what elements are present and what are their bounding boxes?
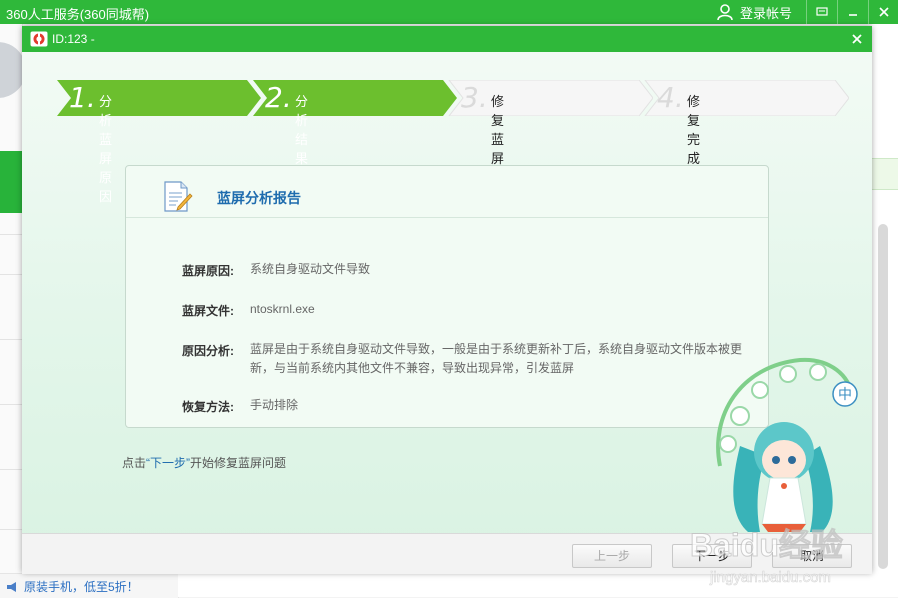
prev-step-button[interactable]: 上一步: [572, 544, 652, 568]
hint-pre: 点击: [122, 456, 147, 470]
document-pencil-icon: [164, 181, 193, 212]
megaphone-icon: [7, 581, 16, 592]
minimize-button[interactable]: [837, 0, 868, 24]
app-right-panel: [872, 24, 898, 597]
app-titlebar: 360人工服务(360同城帮) 登录帐号: [0, 0, 898, 24]
step-label: 分析蓝屏原因: [99, 94, 113, 204]
step-progress: 1. 分析蓝屏原因 2. 分析结果 3. 修复蓝屏问题 4. 修复完成: [55, 80, 855, 204]
step-number: 3.: [461, 81, 488, 114]
step-number: 4.: [657, 81, 684, 114]
hint-highlight: “下一步”: [146, 456, 191, 470]
dialog-close-button[interactable]: [848, 30, 866, 48]
window-close-button[interactable]: [868, 0, 898, 24]
divider: [0, 529, 22, 530]
right-band: [872, 158, 898, 190]
lifebuoy-logo-icon: [30, 31, 48, 47]
next-step-hint: 点击“下一步”开始修复蓝屏问题: [122, 454, 286, 471]
divider: [0, 234, 22, 235]
cause-label: 蓝屏原因:: [182, 264, 234, 278]
app-left-panel: [0, 24, 26, 597]
close-icon: [879, 7, 889, 17]
mascot-badge: 中: [838, 387, 852, 403]
recovery-value: 手动排除: [250, 398, 299, 412]
cause-value: 系统自身驱动文件导致: [250, 262, 371, 276]
file-value: ntoskrnl.exe: [250, 302, 315, 316]
step-label: 修复完成: [687, 94, 701, 166]
promo-link[interactable]: 原装手机，低至5折！: [6, 578, 139, 595]
analysis-value: 蓝屏是由于系统自身驱动文件导致，一般是由于系统更新补丁后，系统自身驱动文件版本被…: [250, 342, 743, 375]
minimize-icon: [849, 14, 857, 16]
message-button[interactable]: [806, 0, 837, 24]
app-title: 360人工服务(360同城帮): [6, 7, 150, 22]
dialog-titlebar: ID:123 -: [22, 26, 872, 52]
user-icon: [717, 4, 733, 21]
promo-strip: 原装手机，低至5折！: [0, 573, 179, 598]
login-label: 登录帐号: [740, 5, 793, 21]
promo-text: 原装手机，低至5折！: [24, 580, 139, 594]
left-active-strip: [0, 151, 22, 213]
analysis-label: 原因分析:: [182, 344, 234, 358]
recovery-label: 恢复方法:: [182, 400, 234, 414]
step-number: 1.: [69, 81, 96, 114]
message-icon: [816, 7, 828, 16]
step-number: 2.: [265, 81, 292, 114]
watermark-url: jingyan.baidu.com: [709, 569, 831, 586]
step-label: 分析结果: [295, 94, 309, 166]
file-label: 蓝屏文件:: [182, 304, 234, 318]
divider: [0, 404, 22, 405]
login-button[interactable]: 登录帐号: [716, 2, 792, 22]
report-title: 蓝屏分析报告: [217, 190, 301, 206]
dialog-title: ID:123 -: [52, 32, 95, 46]
blue-screen-repair-dialog: ID:123 - 1. 分析蓝屏原因 2. 分析结果 3. 修复蓝屏 4. 修复…: [22, 26, 872, 574]
close-icon: [852, 34, 862, 44]
divider: [0, 339, 22, 340]
divider: [0, 274, 22, 275]
baidu-jingyan-watermark: Baidu经验 jingyan.baidu.com: [690, 527, 843, 587]
report-panel: 蓝屏分析报告 蓝屏原因: 系统自身驱动文件导致 蓝屏文件: ntoskrnl.e…: [125, 165, 769, 428]
mascot-illustration: 中: [716, 357, 858, 532]
hint-post: 开始修复蓝屏问题: [190, 456, 287, 470]
report-header: 蓝屏分析报告: [126, 166, 768, 218]
divider: [0, 469, 22, 470]
watermark-brand: Baidu经验: [690, 527, 843, 563]
